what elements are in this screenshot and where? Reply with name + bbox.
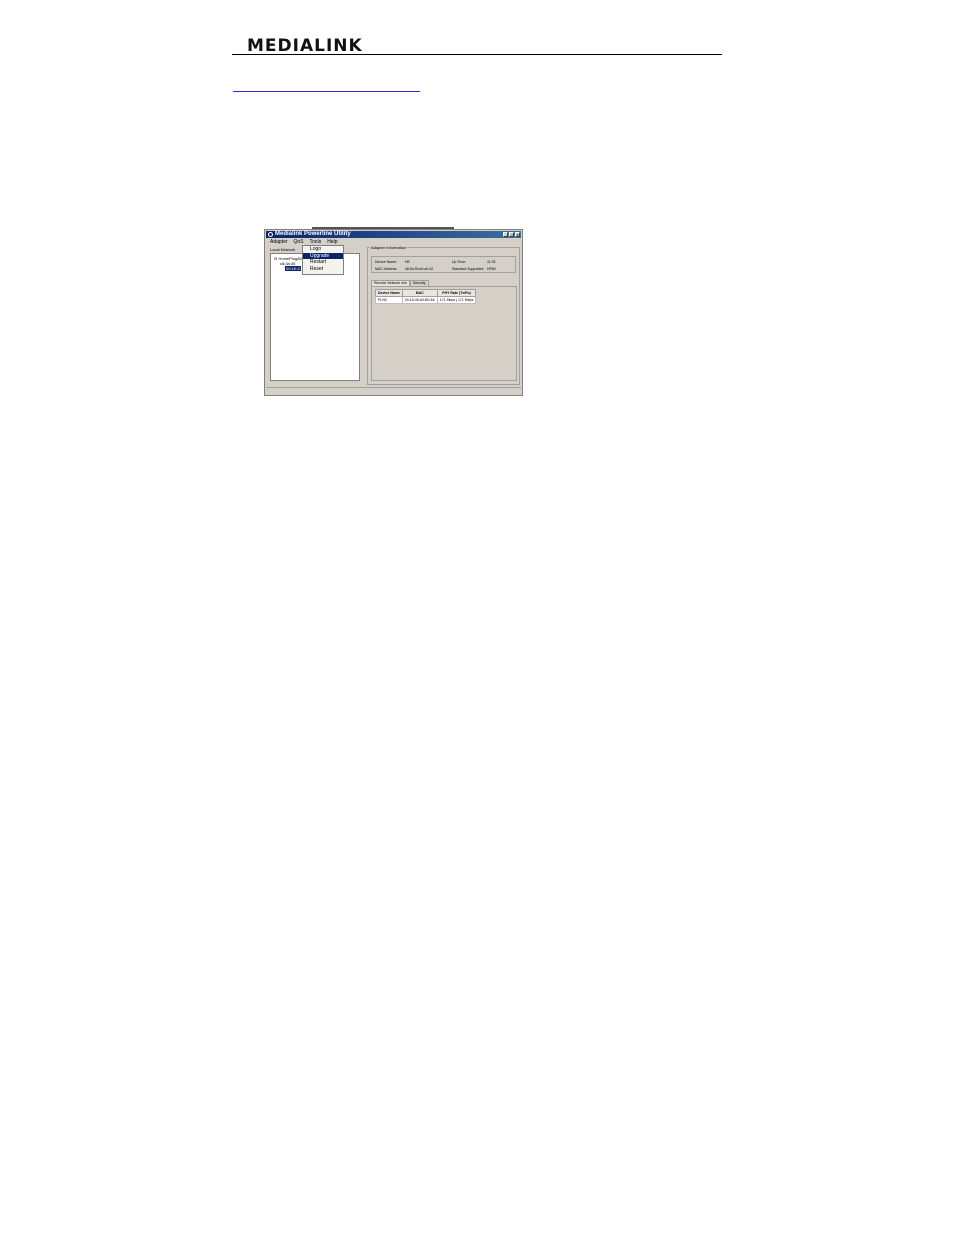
adapter-information-group: Adapter Information Device Name: HE Up T… [367, 245, 520, 385]
cell-device-name: PLN0 [375, 296, 403, 304]
remote-network-panel: Device Name MAC PHY Rate (Tx/Rx) PLN0 00… [371, 286, 517, 381]
col-mac[interactable]: MAC [401, 289, 438, 297]
menu-adapter[interactable]: Adapter [269, 239, 289, 245]
col-device-name[interactable]: Device Name [375, 289, 403, 297]
adapter-info-box: Device Name: HE Up Time: 11:33 MAC Addre… [371, 256, 516, 273]
menu-item-reset[interactable]: Reset [303, 266, 343, 273]
standard-label: Standard Supported: [452, 267, 485, 271]
hyperlink-underline[interactable] [233, 91, 420, 92]
local-network-label: Local Network [269, 247, 297, 252]
tree-item-device-2[interactable]: 00:1E:C [285, 266, 302, 271]
table-row[interactable]: PLN0 00:1A:35:A0:8D:4A 171 Mbps | 171 Mb… [375, 296, 477, 304]
tools-dropdown-menu: Logo Upgrade Restart Reset [302, 245, 344, 275]
minimize-icon[interactable]: _ [503, 232, 508, 237]
mac-label: MAC Address: [375, 267, 398, 271]
device-name-value: HE [405, 260, 410, 264]
cell-phy-rate: 171 Mbps | 171 Mbps [436, 296, 477, 304]
maximize-icon[interactable]: □ [509, 232, 514, 237]
adapter-information-label: Adapter Information [370, 245, 408, 250]
up-time-value: 11:33 [487, 260, 496, 264]
col-phy-rate[interactable]: PHY Rate (Tx/Rx) [436, 289, 477, 297]
device-name-label: Device Name: [375, 260, 397, 264]
close-icon[interactable]: × [515, 232, 520, 237]
status-bar [266, 387, 521, 394]
window-title: Medialink Powerline Utility [275, 231, 351, 237]
medialink-logo: MEDIALINK [247, 36, 363, 56]
app-logo-icon [268, 232, 273, 237]
mac-value: c8:3a:35:a0:a0:42 [405, 267, 434, 271]
up-time-label: Up Time: [452, 260, 467, 264]
cell-mac: 00:1A:35:A0:8D:4A [401, 296, 438, 304]
header-divider [232, 54, 722, 55]
remote-network-table: Device Name MAC PHY Rate (Tx/Rx) PLN0 00… [375, 289, 477, 304]
window-titlebar: Medialink Powerline Utility _ □ × [266, 231, 521, 238]
standard-value: HPAV [487, 267, 497, 271]
